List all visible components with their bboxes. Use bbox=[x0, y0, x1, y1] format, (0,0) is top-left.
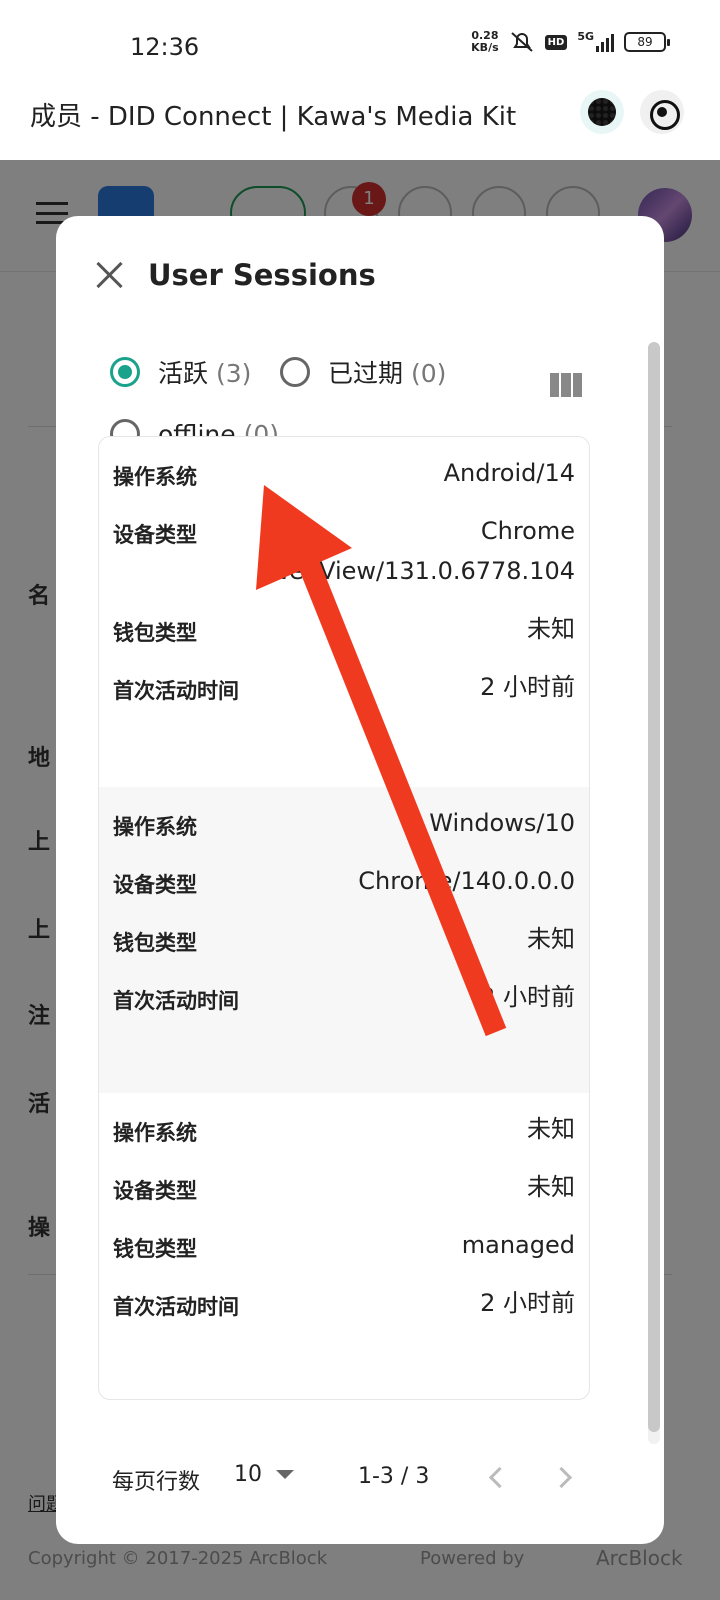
device-value: 未知 bbox=[527, 1173, 575, 1201]
session-card: 操作系统 Android/14 设备类型 Chrome WebView/131.0… bbox=[99, 437, 589, 787]
field-label: 操作系统 bbox=[113, 465, 197, 489]
status-bar: 12:36 0.28 KB/s HD 5G 89 bbox=[0, 0, 720, 86]
session-card: 操作系统 Windows/10 设备类型 Chrome/140.0.0.0 钱包… bbox=[99, 787, 589, 1093]
field-label: 设备类型 bbox=[113, 1179, 197, 1203]
field-label: 钱包类型 bbox=[113, 621, 197, 645]
app-menu-icon[interactable] bbox=[580, 90, 624, 134]
browser-title-bar: 成员 - DID Connect | Kawa's Media Kit bbox=[0, 86, 720, 160]
filter-label: 已过期 (0) bbox=[328, 359, 447, 388]
view-columns-icon[interactable] bbox=[550, 373, 582, 397]
device-value: Chrome WebView/131.0.6778.104 bbox=[266, 517, 575, 585]
network-speed: 0.28 KB/s bbox=[471, 29, 499, 54]
field-label: 首次活动时间 bbox=[113, 679, 239, 703]
wallet-value: 未知 bbox=[527, 615, 575, 643]
first-active-value: 2 小时前 bbox=[480, 983, 575, 1011]
wallet-value: managed bbox=[461, 1231, 575, 1259]
radio-checked-icon bbox=[110, 357, 140, 387]
hd-icon: HD bbox=[544, 34, 568, 50]
rows-per-page-label: 每页行数 bbox=[112, 1470, 201, 1495]
field-label: 首次活动时间 bbox=[113, 1295, 239, 1319]
filter-active-radio[interactable]: 活跃 (3) bbox=[110, 354, 251, 390]
session-row: 首次活动时间 2 小时前 bbox=[113, 983, 575, 1017]
os-value: Windows/10 bbox=[429, 809, 575, 837]
sessions-list: 操作系统 Android/14 设备类型 Chrome WebView/131.0… bbox=[98, 436, 590, 1400]
close-icon[interactable] bbox=[94, 260, 124, 290]
session-row: 首次活动时间 2 小时前 bbox=[113, 673, 575, 707]
os-value: Android/14 bbox=[443, 459, 575, 487]
device-value: Chrome/140.0.0.0 bbox=[358, 867, 575, 895]
radio-unchecked-icon bbox=[280, 357, 310, 387]
filter-label: 活跃 (3) bbox=[158, 359, 252, 388]
session-row: 钱包类型 managed bbox=[113, 1231, 575, 1265]
os-value: 未知 bbox=[527, 1115, 575, 1143]
rows-per-page-value: 10 bbox=[234, 1462, 262, 1487]
session-row: 首次活动时间 2 小时前 bbox=[113, 1289, 575, 1323]
dialog-title: User Sessions bbox=[148, 258, 376, 292]
field-label: 操作系统 bbox=[113, 1121, 197, 1145]
field-label: 设备类型 bbox=[113, 523, 197, 547]
page-title: 成员 - DID Connect | Kawa's Media Kit bbox=[30, 102, 517, 132]
pagination: 每页行数 10 1-3 / 3 bbox=[56, 1454, 664, 1504]
session-row: 设备类型 未知 bbox=[113, 1173, 575, 1207]
session-row: 操作系统 Windows/10 bbox=[113, 809, 575, 843]
session-row: 操作系统 未知 bbox=[113, 1115, 575, 1149]
session-card: 操作系统 未知 设备类型 未知 钱包类型 managed 首次活动时间 2 小时… bbox=[99, 1093, 589, 1399]
chevron-down-icon bbox=[276, 1470, 294, 1479]
session-row: 钱包类型 未知 bbox=[113, 925, 575, 959]
previous-page-button[interactable] bbox=[480, 1462, 510, 1492]
session-row: 操作系统 Android/14 bbox=[113, 459, 575, 493]
first-active-value: 2 小时前 bbox=[480, 1289, 575, 1317]
scrollbar[interactable] bbox=[648, 342, 660, 1444]
field-label: 首次活动时间 bbox=[113, 989, 239, 1013]
scrollbar-thumb[interactable] bbox=[648, 342, 660, 1432]
first-active-value: 2 小时前 bbox=[480, 673, 575, 701]
field-label: 操作系统 bbox=[113, 815, 197, 839]
field-label: 设备类型 bbox=[113, 873, 197, 897]
filter-expired-radio[interactable]: 已过期 (0) bbox=[280, 354, 446, 390]
mute-bell-icon bbox=[510, 32, 533, 52]
battery-icon: 89 bbox=[624, 32, 670, 52]
clock: 12:36 bbox=[130, 33, 200, 61]
signal-icon bbox=[596, 32, 614, 52]
session-row: 设备类型 Chrome/140.0.0.0 bbox=[113, 867, 575, 901]
status-icons: 0.28 KB/s HD 5G 89 bbox=[471, 29, 670, 54]
field-label: 钱包类型 bbox=[113, 1237, 197, 1261]
next-page-button[interactable] bbox=[548, 1462, 578, 1492]
session-row: 钱包类型 未知 bbox=[113, 615, 575, 649]
page-range: 1-3 / 3 bbox=[358, 1464, 430, 1489]
wallet-value: 未知 bbox=[527, 925, 575, 953]
rows-per-page-select[interactable]: 10 bbox=[234, 1462, 294, 1487]
network-type: 5G bbox=[577, 30, 594, 43]
user-sessions-dialog: User Sessions 活跃 (3) 已过期 (0) offline (0)… bbox=[56, 216, 664, 1544]
session-row: 设备类型 Chrome WebView/131.0.6778.104 bbox=[113, 517, 575, 591]
field-label: 钱包类型 bbox=[113, 931, 197, 955]
record-icon[interactable] bbox=[640, 90, 684, 134]
